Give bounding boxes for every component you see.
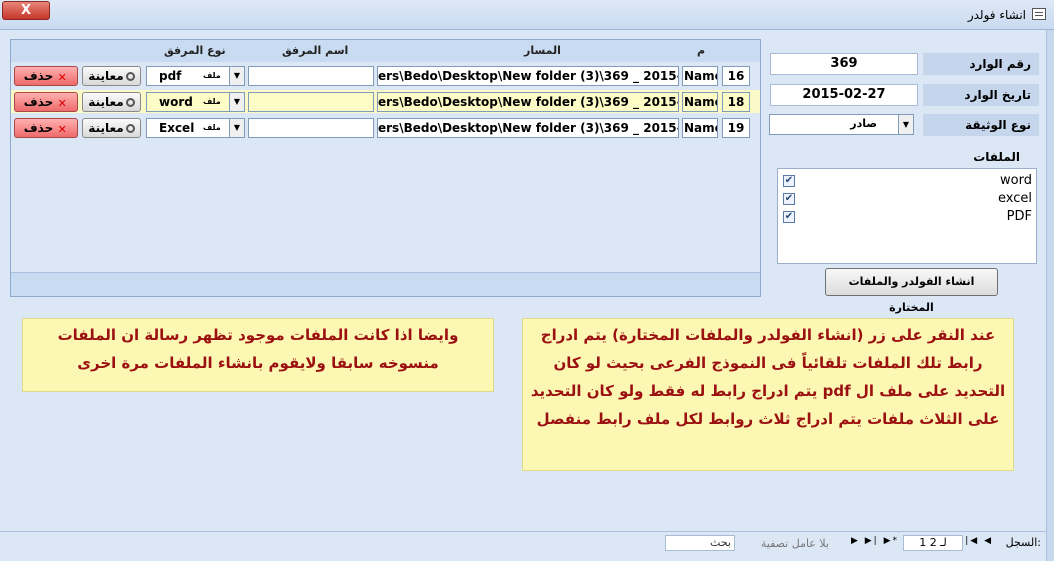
record-label: السجل: xyxy=(1005,536,1041,549)
list-item[interactable]: ✔ excel xyxy=(778,189,1036,207)
table-row: 16 Name ers\Bedo\Desktop\New folder (3)\… xyxy=(11,64,760,87)
chevron-down-icon[interactable]: ▼ xyxy=(229,67,244,85)
search-input[interactable]: بحث xyxy=(665,535,735,551)
chevron-down-icon[interactable]: ▼ xyxy=(229,93,244,111)
preview-button[interactable]: معاينة xyxy=(82,92,141,112)
attachments-subform: م المسار اسم المرفق نوع المرفق 16 Name e… xyxy=(10,39,761,297)
row-type-combo[interactable]: word ملف ▼ xyxy=(146,92,245,112)
row-num[interactable]: 19 xyxy=(722,118,750,138)
next-last-record-icon[interactable]: ▶ ▶| ▶* xyxy=(851,536,899,546)
record-navigator: السجل: |◀ ◀ 1 لـ 2 ▶ ▶| ▶* بلا عامل تصفي… xyxy=(640,535,1045,553)
subform-header: م المسار اسم المرفق نوع المرفق xyxy=(11,40,760,62)
incoming-no-field[interactable]: 369 xyxy=(770,53,918,75)
note-right: عند النقر على زر (انشاء الفولدر والملفات… xyxy=(522,318,1014,471)
row-name[interactable]: Name xyxy=(682,118,718,138)
checkbox[interactable]: ✔ xyxy=(783,193,795,205)
delete-icon: ✕ xyxy=(57,71,67,84)
create-folder-button[interactable]: انشاء الفولدر والملفات المختارة xyxy=(825,268,998,314)
row-type-value: pdf xyxy=(159,69,182,83)
delete-icon: ✕ xyxy=(57,123,67,136)
filter-indicator[interactable]: بلا عامل تصفية xyxy=(761,537,829,550)
chevron-down-icon[interactable]: ▼ xyxy=(229,119,244,137)
files-label: الملفات xyxy=(973,150,1020,164)
delete-button[interactable]: حذف ✕ xyxy=(14,118,78,138)
delete-icon: ✕ xyxy=(57,97,67,110)
row-attachment-name[interactable] xyxy=(248,66,374,86)
row-type-value: word xyxy=(159,95,193,109)
title-bar: X انشاء فولدر xyxy=(0,0,1054,30)
note-left: وايضا اذا كانت الملفات موجود تظهر رسالة … xyxy=(22,318,494,392)
header-path: المسار xyxy=(524,44,561,57)
form-icon xyxy=(1032,8,1046,20)
checkbox[interactable]: ✔ xyxy=(783,211,795,223)
first-prev-record-icon[interactable]: |◀ ◀ xyxy=(965,536,993,546)
window-edge xyxy=(1046,30,1054,561)
file-name: word xyxy=(1000,173,1032,188)
header-attachment-name: اسم المرفق xyxy=(282,44,349,57)
header-m: م xyxy=(697,44,706,57)
delete-button[interactable]: حذف ✕ xyxy=(14,92,78,112)
row-num[interactable]: 18 xyxy=(722,92,750,112)
list-item[interactable]: ✔ word xyxy=(778,171,1036,189)
magnifier-icon xyxy=(125,124,135,133)
row-type-combo[interactable]: Excel ملف ▼ xyxy=(146,118,245,138)
doc-type-value: صادر xyxy=(850,117,877,130)
magnifier-icon xyxy=(125,98,135,107)
row-type-prefix: ملف xyxy=(203,71,221,80)
row-name[interactable]: Name xyxy=(682,92,718,112)
subform-navigation xyxy=(11,272,760,296)
table-row: 19 Name ers\Bedo\Desktop\New folder (3)\… xyxy=(11,116,760,139)
row-path[interactable]: ers\Bedo\Desktop\New folder (3)\369 _ 20… xyxy=(377,92,679,112)
file-name: PDF xyxy=(1006,209,1032,224)
file-name: excel xyxy=(998,191,1032,206)
chevron-down-icon[interactable]: ▼ xyxy=(898,115,913,134)
table-row: 18 Name ers\Bedo\Desktop\New folder (3)\… xyxy=(11,90,760,113)
doc-type-combo[interactable]: صادر ▼ xyxy=(769,114,914,135)
row-attachment-name[interactable] xyxy=(248,92,374,112)
row-type-value: Excel xyxy=(159,121,195,135)
row-name[interactable]: Name xyxy=(682,66,718,86)
doc-type-label: نوع الوثيقة xyxy=(923,114,1039,136)
delete-button[interactable]: حذف ✕ xyxy=(14,66,78,86)
list-item[interactable]: ✔ PDF xyxy=(778,207,1036,225)
preview-button[interactable]: معاينة xyxy=(82,118,141,138)
row-type-prefix: ملف xyxy=(203,97,221,106)
preview-button[interactable]: معاينة xyxy=(82,66,141,86)
row-attachment-name[interactable] xyxy=(248,118,374,138)
close-button[interactable]: X xyxy=(2,1,50,20)
row-num[interactable]: 16 xyxy=(722,66,750,86)
magnifier-icon xyxy=(125,72,135,81)
row-type-combo[interactable]: pdf ملف ▼ xyxy=(146,66,245,86)
incoming-date-label: تاريخ الوارد xyxy=(923,84,1039,106)
row-type-prefix: ملف xyxy=(203,123,221,132)
record-position[interactable]: 1 لـ 2 xyxy=(903,535,963,551)
window-title: انشاء فولدر xyxy=(967,8,1026,22)
subform-body: 16 Name ers\Bedo\Desktop\New folder (3)\… xyxy=(11,62,760,272)
incoming-no-label: رقم الوارد xyxy=(923,53,1039,75)
row-path[interactable]: ers\Bedo\Desktop\New folder (3)\369 _ 20… xyxy=(377,118,679,138)
header-attachment-type: نوع المرفق xyxy=(164,44,226,57)
checkbox[interactable]: ✔ xyxy=(783,175,795,187)
files-list: ✔ word ✔ excel ✔ PDF xyxy=(777,168,1037,264)
row-path[interactable]: ers\Bedo\Desktop\New folder (3)\369 _ 20… xyxy=(377,66,679,86)
incoming-date-field[interactable]: 2015-02-27 xyxy=(770,84,918,106)
